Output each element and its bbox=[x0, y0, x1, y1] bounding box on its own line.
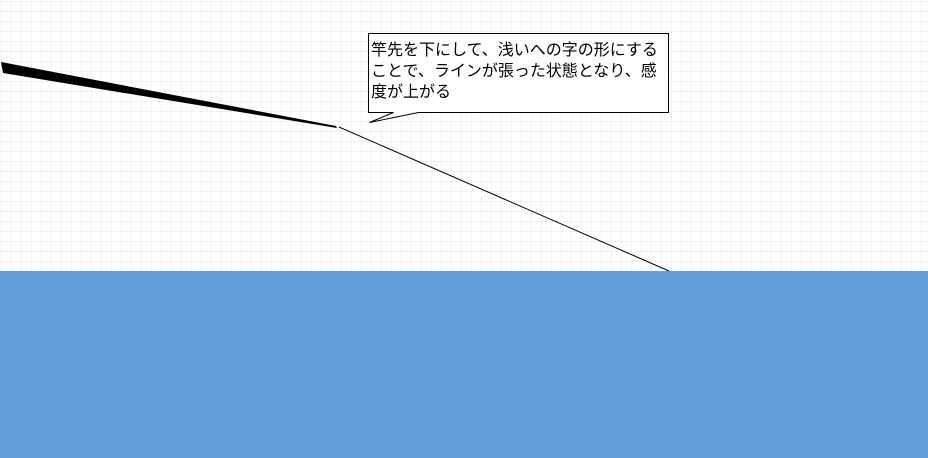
callout-text: 竿先を下にして、浅いへの字の形にすることで、ラインが張った状態となり、感度が上が… bbox=[371, 40, 658, 101]
diagram-canvas: 竿先を下にして、浅いへの字の形にすることで、ラインが張った状態となり、感度が上が… bbox=[0, 0, 928, 458]
fishing-rod bbox=[1, 62, 337, 128]
fishing-line bbox=[338, 126, 670, 272]
